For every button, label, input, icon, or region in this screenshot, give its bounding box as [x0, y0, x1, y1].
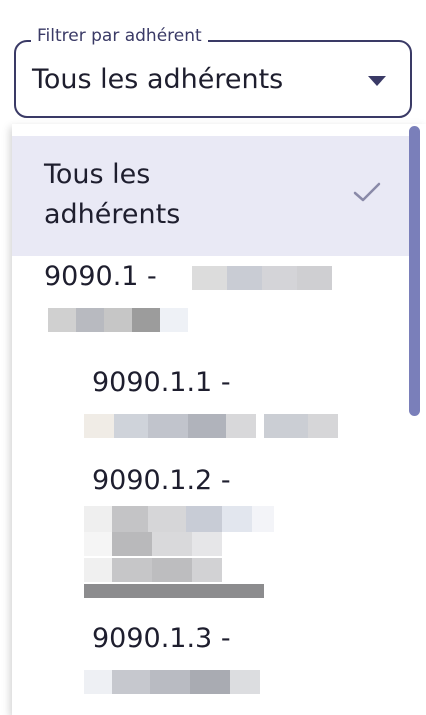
redacted-name	[84, 414, 344, 438]
option-label: 9090.1 -	[44, 261, 157, 292]
redacted-name	[84, 558, 234, 582]
option-member-9090-1[interactable]: 9090.1 -	[12, 256, 412, 346]
redacted-name	[84, 532, 234, 556]
redacted-name	[84, 670, 274, 694]
redacted-name	[84, 506, 274, 532]
member-filter-screen: Filtrer par adhérent Tous les adhérents …	[0, 0, 426, 715]
dropdown-scrollbar[interactable]	[409, 126, 420, 416]
redacted-name	[192, 266, 332, 290]
chevron-down-icon[interactable]	[366, 75, 388, 87]
option-label-line2: adhérents	[44, 199, 181, 230]
redacted-name	[84, 584, 264, 598]
option-label-line1: Tous les	[44, 159, 151, 190]
option-label: 9090.1.2 -	[92, 465, 231, 496]
member-filter-label: Filtrer par adhérent	[31, 26, 208, 46]
check-icon	[353, 182, 381, 202]
member-dropdown-list: Tous les adhérents 9090.1 - 9090.1.1 - 9…	[12, 124, 426, 715]
option-member-9090-1-3[interactable]: 9090.1.3 -	[12, 618, 412, 715]
option-all-members[interactable]: Tous les adhérents	[12, 136, 412, 256]
redacted-name	[48, 308, 188, 332]
option-member-9090-1-2[interactable]: 9090.1.2 -	[12, 460, 412, 610]
option-label: 9090.1.1 -	[92, 367, 231, 398]
member-filter-value[interactable]: Tous les adhérents	[32, 63, 283, 97]
option-member-9090-1-1[interactable]: 9090.1.1 -	[12, 362, 412, 450]
option-label: 9090.1.3 -	[92, 623, 231, 654]
